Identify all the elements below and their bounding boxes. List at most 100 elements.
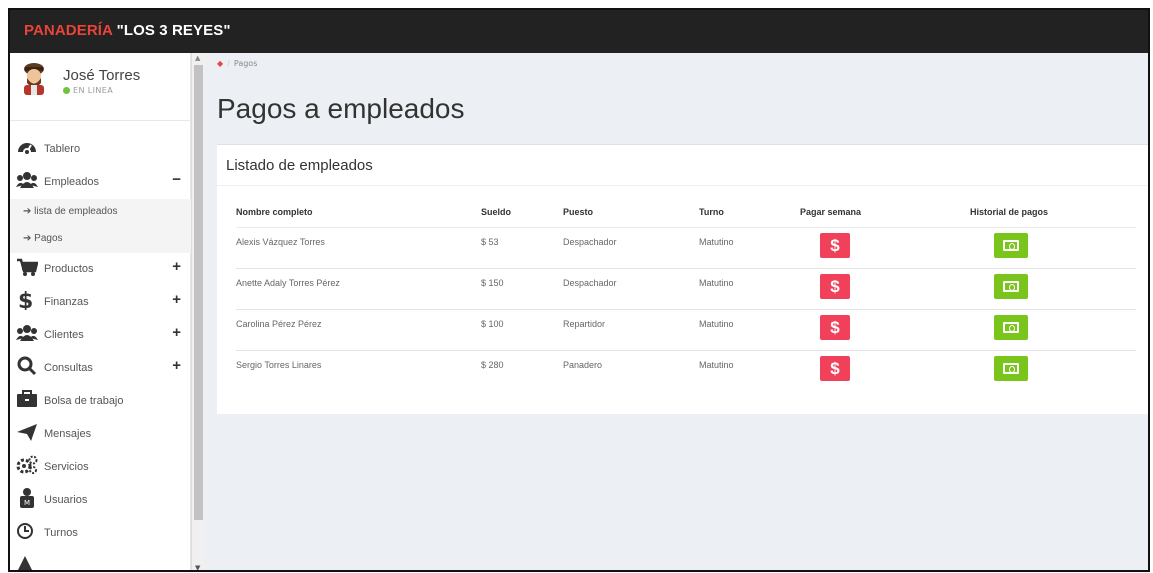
- sidebar-item-label: Finanzas: [44, 296, 89, 308]
- money-bill-icon: [1003, 239, 1019, 251]
- sidebar-item-empleados[interactable]: Empleados −: [10, 166, 191, 199]
- sidebar-item-finanzas[interactable]: $ Finanzas +: [10, 286, 191, 319]
- user-panel: José Torres EN LINEA: [10, 53, 190, 121]
- online-dot-icon: [63, 87, 70, 94]
- svg-text:$: $: [18, 290, 33, 310]
- pay-week-cell: $: [800, 350, 970, 391]
- pay-week-cell: $: [800, 268, 970, 310]
- expand-toggle[interactable]: +: [172, 357, 181, 374]
- employee-salary: $ 280: [481, 359, 504, 370]
- sidebar-item-label: Tablero: [44, 143, 81, 155]
- sidebar-nav: Tablero Empleados − ➔ lista de empleados…: [10, 133, 191, 570]
- sidebar-item-turnos[interactable]: Turnos: [10, 517, 191, 550]
- breadcrumb-current: Pagos: [233, 59, 258, 68]
- pay-week-button[interactable]: $: [820, 314, 850, 340]
- payment-history-button[interactable]: [994, 314, 1028, 340]
- pay-week-cell: $: [800, 227, 970, 269]
- sidebar-item-label: Consultas: [44, 362, 93, 374]
- employee-name: Alexis Vázquez Torres: [236, 227, 481, 269]
- sidebar-subitem-lista-empleados[interactable]: ➔ lista de empleados: [10, 199, 191, 226]
- sidebar-subitem-pagos[interactable]: ➔ Pagos: [10, 226, 191, 253]
- employee-name: Anette Adaly Torres Pérez: [236, 268, 481, 310]
- breadcrumb-separator: /: [227, 59, 230, 68]
- sidebar-item-label: Clientes: [44, 329, 84, 341]
- collapse-toggle[interactable]: −: [172, 171, 181, 188]
- employee-position: Despachador: [563, 227, 699, 269]
- history-cell: [970, 268, 1136, 310]
- sidebar-item-productos[interactable]: Productos +: [10, 253, 191, 286]
- employee-salary: $ 100: [481, 309, 563, 351]
- sidebar-item-label: Empleados: [44, 176, 100, 188]
- pay-week-button[interactable]: $: [820, 232, 850, 258]
- history-cell: [970, 309, 1136, 351]
- home-icon[interactable]: ◆: [217, 59, 223, 68]
- user-badge-icon: M: [20, 488, 34, 508]
- sidebar-item-label: Bolsa de trabajo: [44, 395, 124, 407]
- sidebar-subitem-label: ➔ Pagos: [23, 233, 63, 244]
- table-row: Carolina Pérez Pérez $ 100 Repartidor Ma…: [236, 309, 1136, 351]
- column-header: Sueldo: [481, 197, 563, 228]
- payment-history-button[interactable]: [994, 273, 1028, 299]
- history-cell: [970, 227, 1136, 269]
- column-header: Puesto: [563, 197, 699, 228]
- sidebar-item-label: Usuarios: [44, 494, 88, 506]
- payment-history-button[interactable]: [994, 232, 1028, 258]
- user-status: EN LINEA: [63, 86, 113, 95]
- expand-toggle[interactable]: +: [172, 324, 181, 341]
- sidebar-item-label: Mensajes: [44, 428, 92, 440]
- box-title: Listado de empleados: [226, 157, 373, 174]
- money-bill-icon: [1003, 280, 1019, 292]
- brand-subtitle: "LOS 3 REYES": [112, 22, 231, 39]
- svg-text:M: M: [24, 499, 30, 507]
- sidebar-item-label: Turnos: [44, 527, 78, 539]
- pay-week-button[interactable]: $: [820, 355, 850, 381]
- sidebar-item-servicios[interactable]: Servicios: [10, 451, 191, 484]
- table-row: Sergio Torres Linares $ 280 Panadero Mat…: [236, 350, 1136, 391]
- search-icon: [17, 356, 37, 376]
- scrollbar-thumb[interactable]: [194, 65, 203, 520]
- brand-logo[interactable]: PANADERÍA "LOS 3 REYES": [24, 22, 231, 39]
- dashboard-icon: [18, 143, 36, 154]
- scroll-down-icon[interactable]: ▼: [195, 564, 200, 570]
- page-title: Pagos a empleados: [217, 93, 465, 124]
- money-bill-icon: [1003, 362, 1019, 374]
- paper-plane-icon: [17, 424, 37, 441]
- user-status-label: EN LINEA: [73, 86, 114, 95]
- payment-history-button[interactable]: [994, 355, 1028, 381]
- sidebar-item-consultas[interactable]: Consultas +: [10, 352, 191, 385]
- sidebar-scrollbar[interactable]: ▲ ▼: [191, 53, 205, 570]
- cart-icon: [17, 258, 38, 276]
- app-frame: PANADERÍA "LOS 3 REYES" José Torres EN L…: [8, 8, 1150, 572]
- sidebar-item-partial[interactable]: [10, 550, 191, 570]
- dollar-icon: $: [18, 290, 33, 310]
- sidebar-item-clientes[interactable]: Clientes +: [10, 319, 191, 352]
- employee-shift: Matutino: [699, 268, 800, 310]
- top-navbar: PANADERÍA "LOS 3 REYES": [10, 10, 1148, 53]
- sidebar-item-label: Servicios: [44, 461, 89, 473]
- main-content: ◆ / Pagos Pagos a empleados Listado de emp…: [205, 53, 1148, 570]
- breadcrumb: ◆ / Pagos: [217, 59, 257, 68]
- clock-icon: [17, 523, 33, 539]
- sidebar-item-tablero[interactable]: Tablero: [10, 133, 191, 166]
- expand-toggle[interactable]: +: [172, 258, 181, 275]
- scroll-up-icon[interactable]: ▲: [195, 54, 200, 62]
- sidebar-item-usuarios[interactable]: M Usuarios: [10, 484, 191, 517]
- employee-name: Carolina Pérez Pérez: [236, 309, 481, 351]
- pay-week-cell: $: [800, 309, 970, 351]
- expand-toggle[interactable]: +: [172, 291, 181, 308]
- column-header: Turno: [699, 197, 800, 228]
- pay-week-button[interactable]: $: [820, 273, 850, 299]
- users-icon: [16, 325, 38, 341]
- employee-position: Panadero: [563, 359, 603, 370]
- sidebar-item-bolsa-trabajo[interactable]: Bolsa de trabajo: [10, 385, 191, 418]
- column-header: Historial de pagos: [970, 197, 1136, 228]
- sidebar-item-label: Productos: [44, 263, 94, 275]
- sidebar-item-mensajes[interactable]: Mensajes: [10, 418, 191, 451]
- money-bill-icon: [1003, 321, 1019, 333]
- employee-salary: $ 53: [481, 227, 563, 269]
- column-header: Nombre completo: [236, 197, 481, 228]
- table-header-row: Nombre completo Sueldo Puesto Turno Paga…: [236, 197, 1136, 228]
- employees-table: Nombre completo Sueldo Puesto Turno Paga…: [236, 197, 1136, 391]
- user-name: José Torres: [63, 67, 141, 84]
- employee-shift: Matutino: [699, 227, 800, 269]
